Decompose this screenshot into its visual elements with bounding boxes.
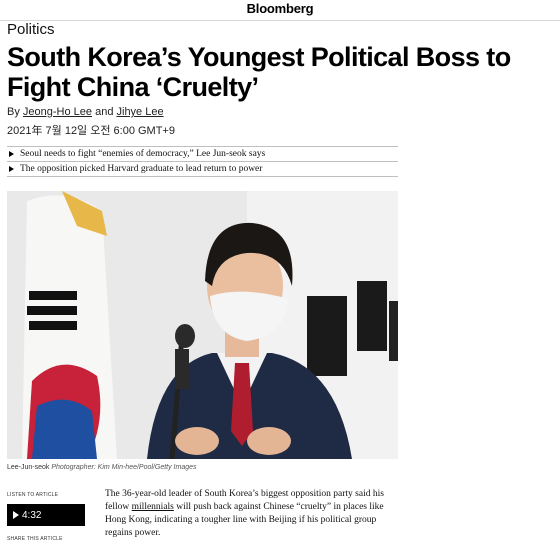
byline-prefix: By <box>7 106 20 118</box>
listen-play-button[interactable]: 4:32 <box>7 504 85 526</box>
section-label[interactable]: Politics <box>7 21 55 38</box>
summary-bullets: Seoul needs to fight “enemies of democra… <box>7 146 398 177</box>
author-link-1[interactable]: Jeong-Ho Lee <box>23 106 92 118</box>
summary-bullet-2: The opposition picked Harvard graduate t… <box>7 162 398 177</box>
author-link-2[interactable]: Jihye Lee <box>117 106 164 118</box>
byline: By Jeong-Ho Lee and Jihye Lee <box>7 106 164 118</box>
caption-subject: Lee-Jun-seok <box>7 464 50 471</box>
bloomberg-logo[interactable]: Bloomberg <box>0 1 560 16</box>
caption-credit: Photographer: Kim Min-hee/Pool/Getty Ima… <box>51 464 197 471</box>
byline-conjunction: and <box>95 106 114 118</box>
top-bar: Bloomberg <box>0 0 560 21</box>
article-body-paragraph: The 36-year-old leader of South Korea’s … <box>105 488 405 540</box>
photo-illustration <box>7 191 398 459</box>
bullet-arrow-icon <box>9 151 14 157</box>
summary-bullet-text: Seoul needs to fight “enemies of democra… <box>20 149 266 159</box>
publish-date: 2021年 7월 12일 오전 6:00 GMT+9 <box>7 125 175 137</box>
summary-bullet-1: Seoul needs to fight “enemies of democra… <box>7 147 398 162</box>
bullet-arrow-icon <box>9 166 14 172</box>
listen-duration: 4:32 <box>22 509 42 521</box>
share-label: SHARE THIS ARTICLE <box>7 536 63 542</box>
play-icon <box>13 511 19 519</box>
millennials-link[interactable]: millennials <box>132 502 174 512</box>
summary-bullet-text: The opposition picked Harvard graduate t… <box>20 164 263 174</box>
listen-label: LISTEN TO ARTICLE <box>7 492 59 498</box>
article-photo <box>7 191 398 459</box>
photo-caption: Lee-Jun-seok Photographer: Kim Min-hee/P… <box>7 464 197 471</box>
headline: South Korea’s Youngest Political Boss to… <box>7 42 511 102</box>
